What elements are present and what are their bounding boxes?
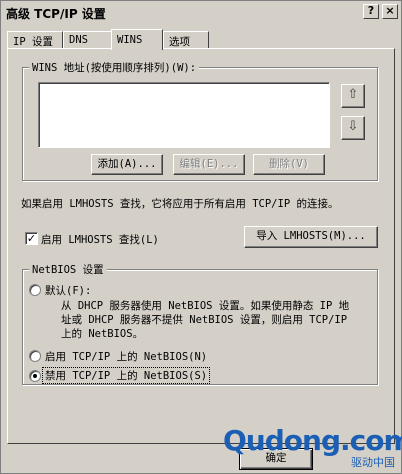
import-lmhosts-button[interactable]: 导入 LMHOSTS(M)... bbox=[244, 226, 378, 248]
title-bar[interactable]: 高级 TCP/IP 设置 ? × bbox=[2, 2, 400, 22]
wins-address-group: WINS 地址(按使用顺序排列)(W): ⇧ ⇩ 添加(A)... 编辑(E).… bbox=[22, 60, 378, 181]
close-button[interactable]: × bbox=[382, 4, 398, 19]
enable-lmhosts-label[interactable]: 启用 LMHOSTS 查找(L) bbox=[41, 232, 159, 247]
arrow-down-icon: ⇩ bbox=[347, 119, 359, 134]
move-up-button[interactable]: ⇧ bbox=[341, 84, 365, 108]
netbios-group-label: NetBIOS 设置 bbox=[29, 262, 107, 277]
checkmark-icon: ✓ bbox=[26, 232, 37, 245]
window-title: 高级 TCP/IP 设置 bbox=[6, 7, 106, 21]
watermark-main-text: Qudong.com bbox=[223, 424, 402, 457]
tab-wins[interactable]: WINS bbox=[111, 29, 163, 50]
radio-selected-dot bbox=[33, 374, 37, 378]
advanced-tcpip-dialog: 高级 TCP/IP 设置 ? × IP 设置 DNS WINS 选项 WINS … bbox=[0, 0, 402, 474]
netbios-enable-label[interactable]: 启用 TCP/IP 上的 NetBIOS(N) bbox=[45, 349, 207, 364]
netbios-enable-radio[interactable] bbox=[29, 350, 41, 362]
netbios-default-desc-line1: 从 DHCP 服务器使用 NetBIOS 设置。如果使用静态 IP 地 bbox=[61, 300, 350, 312]
tab-options[interactable]: 选项 bbox=[163, 31, 209, 49]
tab-strip: IP 设置 DNS WINS 选项 bbox=[7, 29, 397, 50]
wins-group-label: WINS 地址(按使用顺序排列)(W): bbox=[29, 60, 200, 75]
netbios-default-desc-line3: 上的 NetBIOS。 bbox=[61, 328, 144, 340]
arrow-up-icon: ⇧ bbox=[347, 87, 359, 102]
tab-dns[interactable]: DNS bbox=[63, 31, 113, 49]
netbios-disable-radio[interactable] bbox=[29, 370, 41, 382]
netbios-group: NetBIOS 设置 默认(F): 从 DHCP 服务器使用 NetBIOS 设… bbox=[22, 262, 378, 385]
enable-lmhosts-checkbox[interactable]: ✓ bbox=[25, 232, 38, 245]
watermark-sub-text: 驱动中国 bbox=[351, 456, 395, 469]
add-button[interactable]: 添加(A)... bbox=[91, 154, 163, 175]
tab-ip-settings[interactable]: IP 设置 bbox=[7, 31, 63, 49]
qudong-watermark-logo: Qudong.com 驱动中国 bbox=[223, 424, 402, 472]
edit-button[interactable]: 编辑(E)... bbox=[173, 154, 245, 175]
wins-address-list[interactable] bbox=[38, 82, 330, 148]
netbios-default-desc-line2: 址或 DHCP 服务器不提供 NetBIOS 设置，则启用 TCP/IP bbox=[61, 314, 348, 326]
delete-button[interactable]: 删除(V) bbox=[253, 154, 325, 175]
help-button[interactable]: ? bbox=[363, 4, 379, 19]
move-down-button[interactable]: ⇩ bbox=[341, 116, 365, 140]
netbios-disable-label[interactable]: 禁用 TCP/IP 上的 NetBIOS(S) bbox=[41, 367, 211, 384]
netbios-default-radio[interactable] bbox=[29, 284, 41, 296]
wins-tab-panel: WINS 地址(按使用顺序排列)(W): ⇧ ⇩ 添加(A)... 编辑(E).… bbox=[7, 48, 395, 444]
netbios-default-label[interactable]: 默认(F): bbox=[45, 283, 91, 298]
lmhosts-info-text: 如果启用 LMHOSTS 查找，它将应用于所有启用 TCP/IP 的连接。 bbox=[21, 198, 339, 210]
